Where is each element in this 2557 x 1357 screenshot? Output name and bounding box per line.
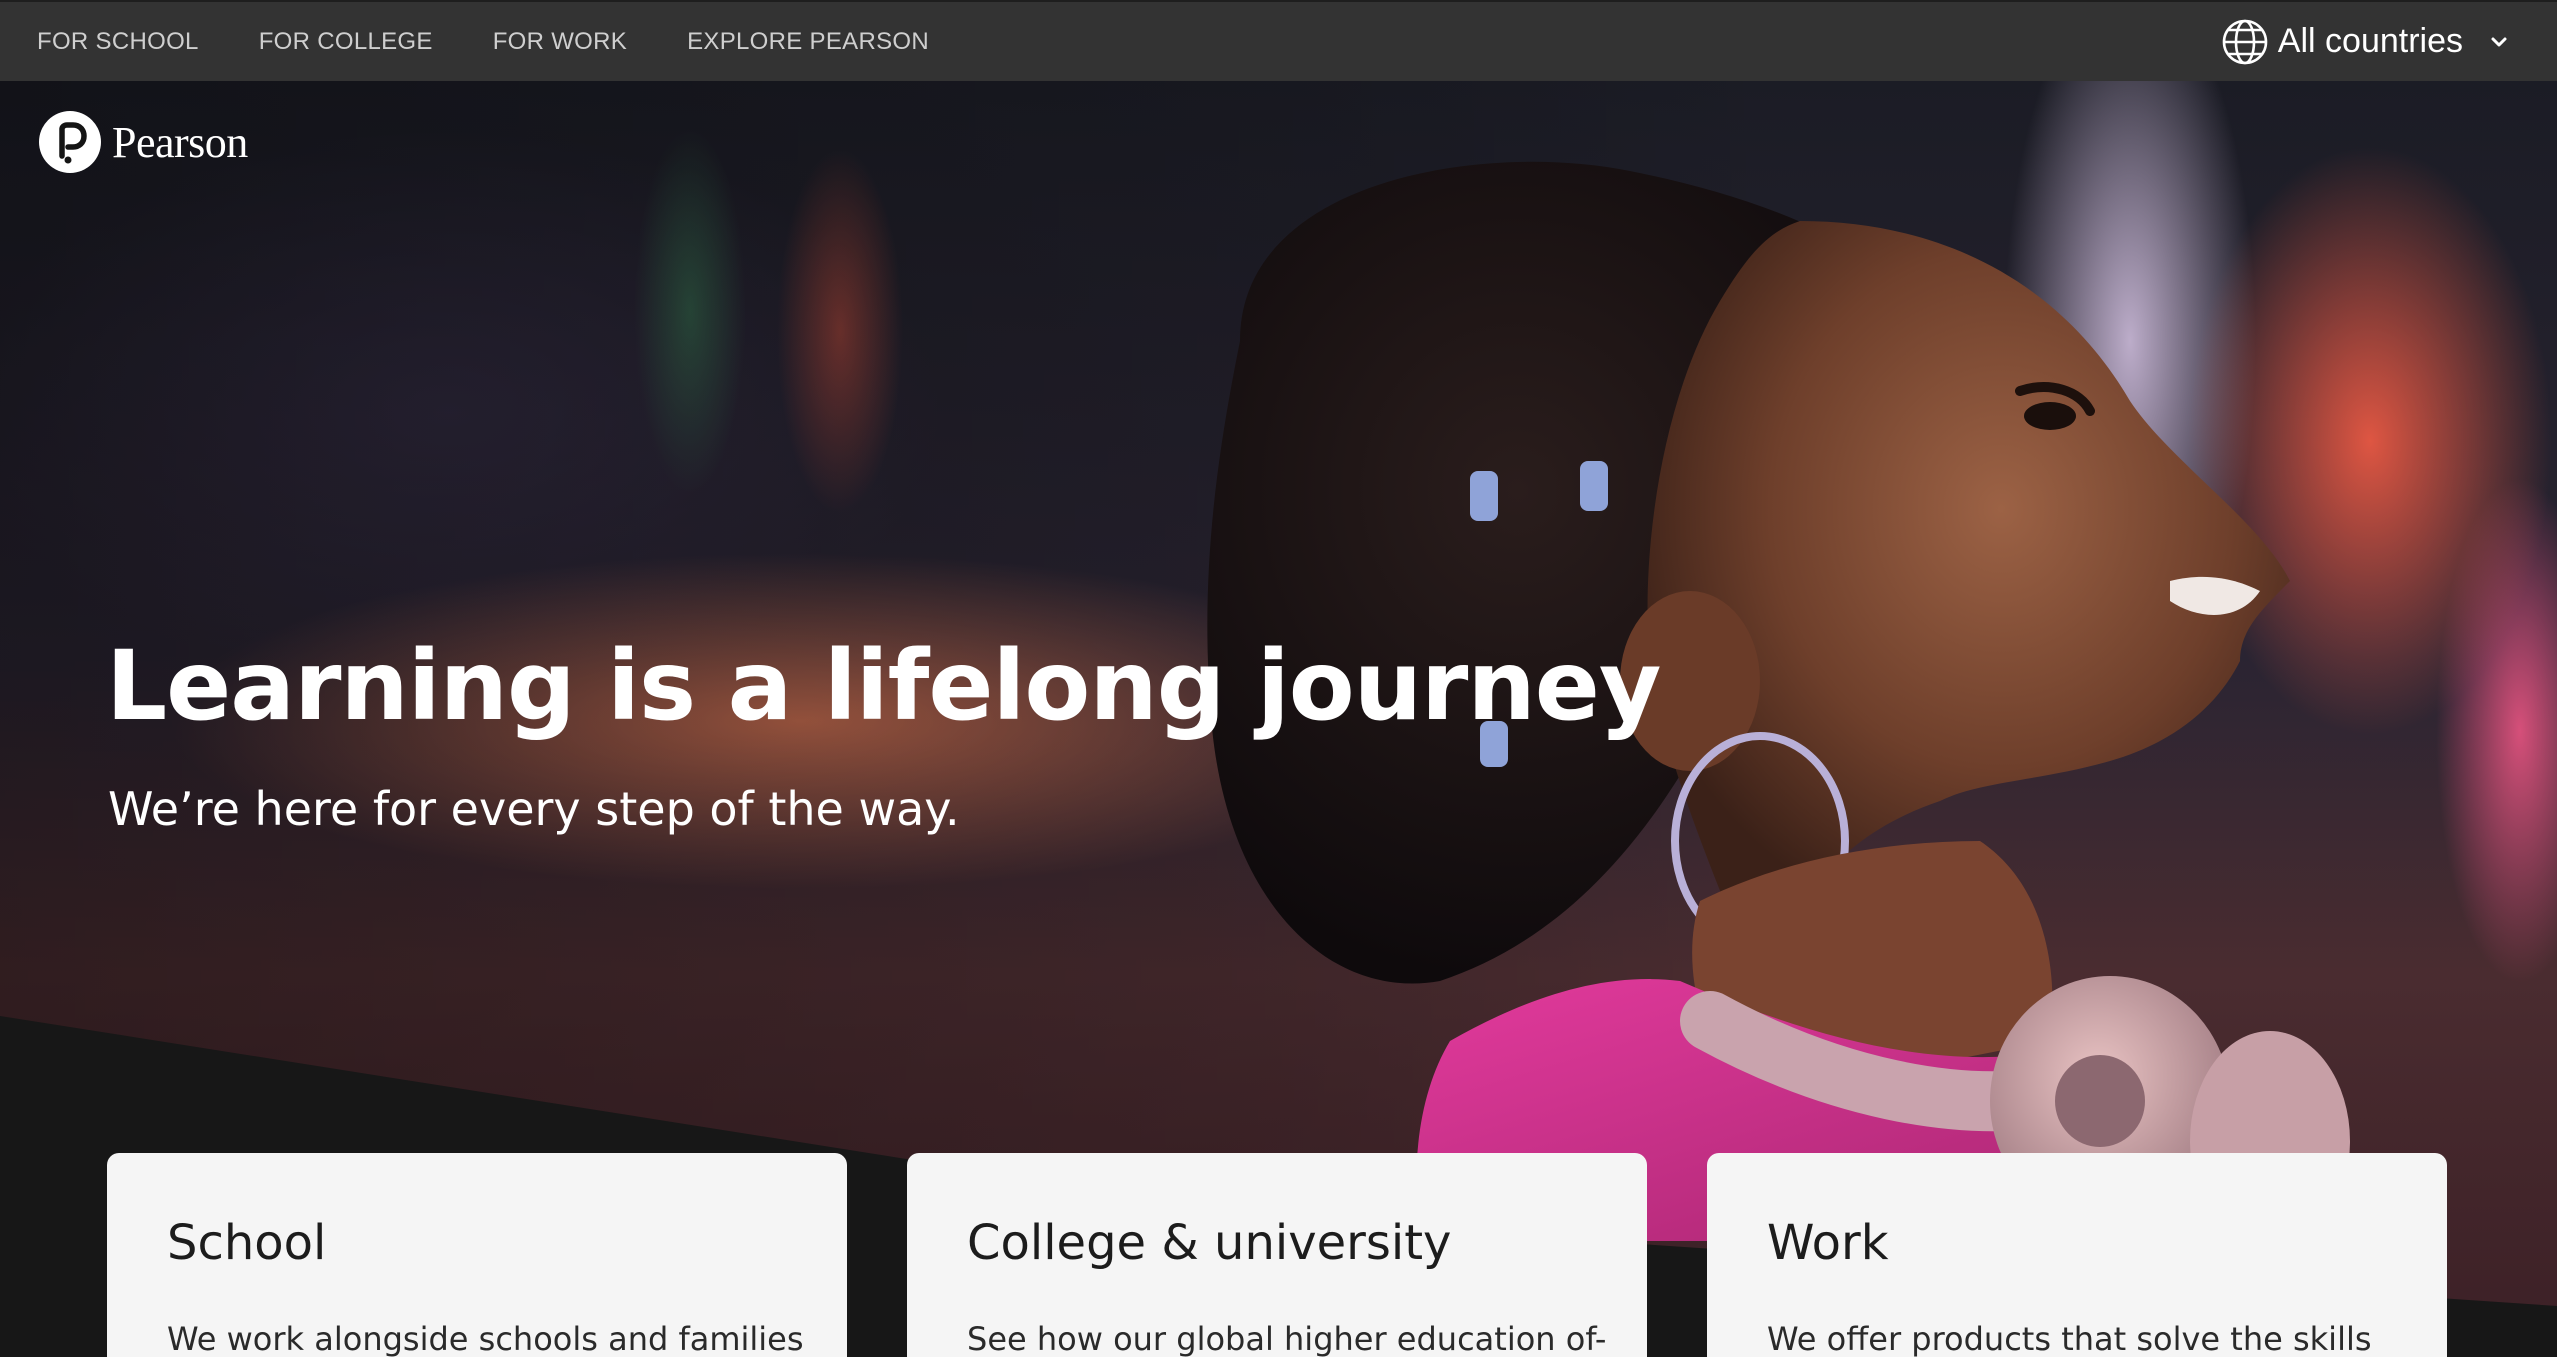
top-nav-links: FOR SCHOOL FOR COLLEGE FOR WORK EXPLORE … — [0, 2, 952, 81]
card-title: College & university — [967, 1215, 1452, 1271]
nav-explore-pearson[interactable]: EXPLORE PEARSON — [687, 28, 929, 56]
card-title: Work — [1767, 1215, 1889, 1271]
pearson-p-logo-icon — [38, 110, 102, 174]
hero-title: Learning is a lifelong journey — [106, 630, 1661, 742]
card-description: See how our global higher education of- — [967, 1320, 1607, 1357]
card-title: School — [167, 1215, 327, 1271]
hero-subtitle: We’re here for every step of the way. — [108, 782, 960, 836]
chevron-down-icon — [2485, 28, 2513, 56]
brand-name: Pearson — [112, 117, 248, 167]
card-college-university[interactable]: College & university See how our global … — [907, 1153, 1647, 1357]
country-selector-label: All countries — [2277, 22, 2463, 60]
globe-icon — [2220, 17, 2270, 67]
nav-for-work[interactable]: FOR WORK — [493, 28, 627, 56]
card-description: We offer products that solve the skills — [1767, 1320, 2372, 1357]
nav-for-college[interactable]: FOR COLLEGE — [259, 28, 433, 56]
nav-for-school[interactable]: FOR SCHOOL — [37, 28, 199, 56]
country-selector[interactable]: All countries — [2220, 2, 2513, 81]
top-navigation-bar: FOR SCHOOL FOR COLLEGE FOR WORK EXPLORE … — [0, 0, 2557, 81]
pearson-logo[interactable]: Pearson — [38, 110, 248, 174]
card-work[interactable]: Work We offer products that solve the sk… — [1707, 1153, 2447, 1357]
card-school[interactable]: School We work alongside schools and fam… — [107, 1153, 847, 1357]
card-description: We work alongside schools and families — [167, 1320, 804, 1357]
